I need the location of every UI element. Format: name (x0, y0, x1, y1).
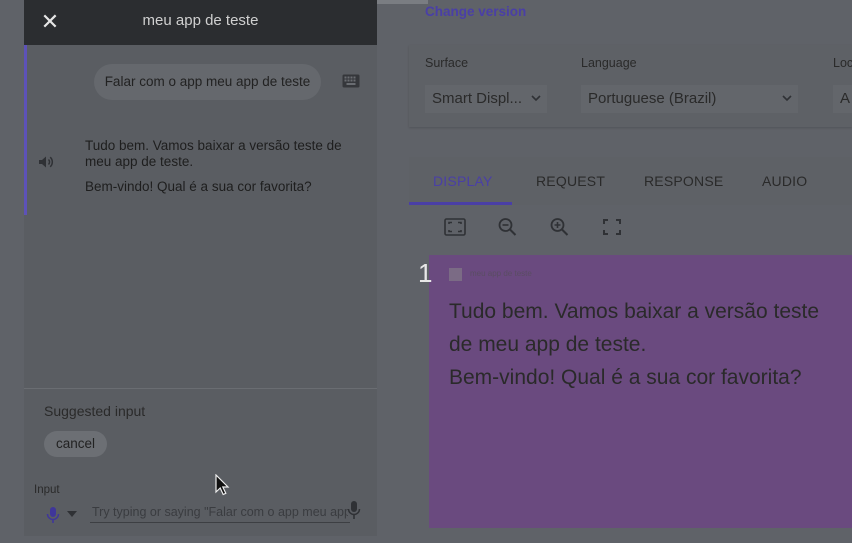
device-number: 1 (418, 258, 433, 288)
language-select[interactable]: Portuguese (Brazil) (581, 85, 798, 113)
surface-select[interactable]: Smart Displ... (425, 85, 547, 113)
tab-request[interactable]: REQUEST (536, 173, 605, 189)
close-icon[interactable]: ✕ (40, 8, 60, 36)
language-label: Language (581, 56, 637, 70)
device-display: meu app de teste Tudo bem. Vamos baixar … (429, 255, 852, 528)
tabs-bar: DISPLAY REQUEST RESPONSE AUDIO (409, 157, 852, 205)
surface-value: Smart Displ... (432, 90, 523, 107)
cancel-suggestion-chip[interactable]: cancel (44, 431, 108, 457)
keyboard-icon[interactable] (342, 74, 360, 88)
tab-response[interactable]: RESPONSE (644, 173, 723, 189)
assistant-reply-line1: Tudo bem. Vamos baixar a versão teste de… (85, 138, 342, 169)
location-label: Loc (833, 56, 852, 70)
divider (24, 388, 377, 389)
location-select[interactable]: A (833, 85, 852, 113)
fit-screen-icon[interactable] (444, 217, 466, 237)
surface-label: Surface (425, 56, 469, 70)
app-icon (449, 268, 462, 281)
app-title: meu app de teste (142, 12, 259, 29)
zoom-out-icon[interactable] (497, 217, 519, 237)
mic-icon[interactable] (347, 500, 361, 520)
simulator-panel: meu app de teste ✕ Falar com o app meu a… (24, 0, 377, 536)
display-text-line1: Tudo bem. Vamos baixar a versão teste (449, 300, 820, 323)
change-version-link[interactable]: Change version (425, 4, 526, 19)
mini-app-name: meu app de teste (470, 269, 532, 278)
chevron-down-icon (531, 95, 541, 102)
settings-card: Surface Smart Displ... Language Portugue… (409, 45, 852, 127)
display-text-line3: Bem-vindo! Qual é a sua cor favorita? (449, 366, 802, 389)
mouse-cursor-icon (215, 474, 230, 496)
chevron-down-icon (782, 95, 792, 102)
user-query-bubble: Falar com o app meu app de teste (94, 64, 321, 100)
active-tab-indicator (409, 202, 512, 205)
assistant-reply-line2: Bem-vindo! Qual é a sua cor favorita? (85, 179, 312, 194)
fullscreen-icon[interactable] (601, 217, 623, 237)
suggested-input-label: Suggested input (44, 403, 146, 419)
location-value: A (840, 90, 851, 107)
language-value: Portuguese (Brazil) (588, 90, 717, 107)
tab-audio[interactable]: AUDIO (762, 173, 807, 189)
mic-icon[interactable] (46, 506, 60, 524)
display-text-line2: de meu app de teste. (449, 333, 647, 356)
speaker-icon[interactable] (37, 153, 55, 171)
input-label: Input (34, 484, 60, 496)
transcript-accent-bar (24, 45, 27, 215)
tab-display[interactable]: DISPLAY (433, 173, 493, 189)
simulator-header: meu app de teste ✕ (24, 0, 377, 45)
query-input[interactable] (90, 502, 350, 523)
caret-down-icon[interactable] (67, 511, 77, 517)
zoom-in-icon[interactable] (549, 217, 571, 237)
